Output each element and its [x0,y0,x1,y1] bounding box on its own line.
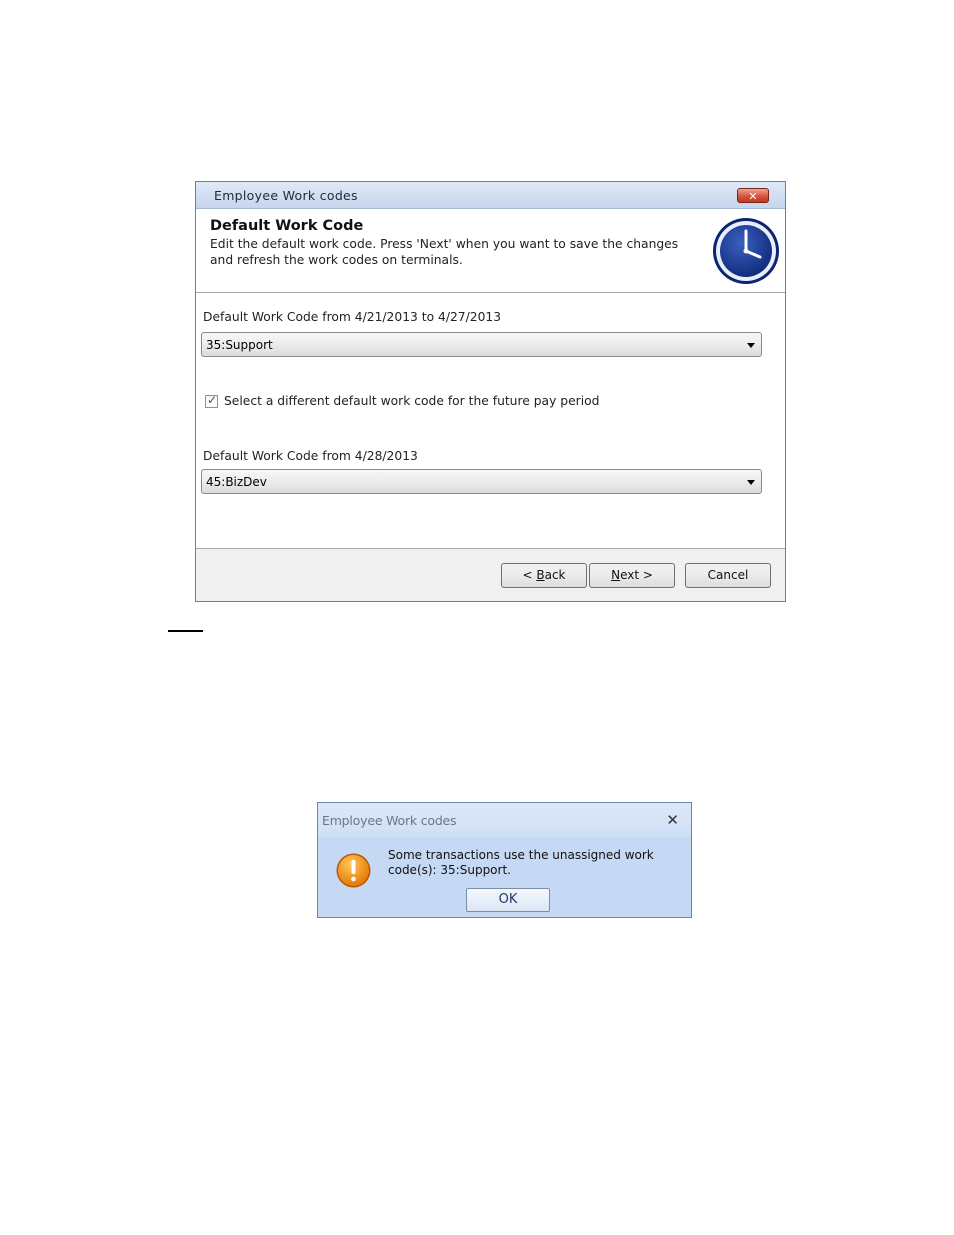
warning-icon [336,853,371,888]
field1-label: Default Work Code from 4/21/2013 to 4/27… [203,310,502,324]
clock-icon [713,218,779,284]
future-work-code-select[interactable]: 45:BizDev [201,469,762,494]
future-work-code-value: 45:BizDev [206,475,267,489]
wizard-title: Employee Work codes [214,188,358,203]
chevron-down-icon[interactable] [747,343,755,348]
default-work-code-value: 35:Support [206,338,273,352]
close-icon[interactable]: ✕ [666,811,679,829]
ok-button[interactable]: OK [466,888,550,912]
message-box-title-bar[interactable]: Employee Work codes ✕ [318,803,691,837]
divider-line [168,630,203,632]
wizard-header: Default Work Code Edit the default work … [196,209,785,293]
chevron-down-icon[interactable] [747,480,755,485]
default-work-code-select[interactable]: 35:Support [201,332,762,357]
next-button[interactable]: Next > [589,563,675,588]
wizard-heading: Default Work Code [210,218,364,234]
unassigned-code-message-box: Employee Work codes ✕ Some transactions … [317,802,692,918]
close-button[interactable]: ✕ [737,188,769,203]
back-button[interactable]: < Back [501,563,587,588]
field2-label: Default Work Code from 4/28/2013 [203,449,418,463]
message-box-title: Employee Work codes [322,813,457,828]
wizard-footer: < Back Next > Cancel [196,548,785,601]
cancel-button[interactable]: Cancel [685,563,771,588]
employee-work-codes-wizard: Employee Work codes ✕ Default Work Code … [195,181,786,602]
wizard-description: Edit the default work code. Press 'Next'… [210,237,679,267]
future-period-checkbox-label[interactable]: Select a different default work code for… [224,394,599,408]
check-icon: ✓ [207,393,218,407]
future-period-checkbox[interactable]: ✓ [205,393,218,408]
message-text: Some transactions use the unassigned wor… [388,848,654,877]
wizard-title-bar[interactable]: Employee Work codes ✕ [196,182,785,209]
